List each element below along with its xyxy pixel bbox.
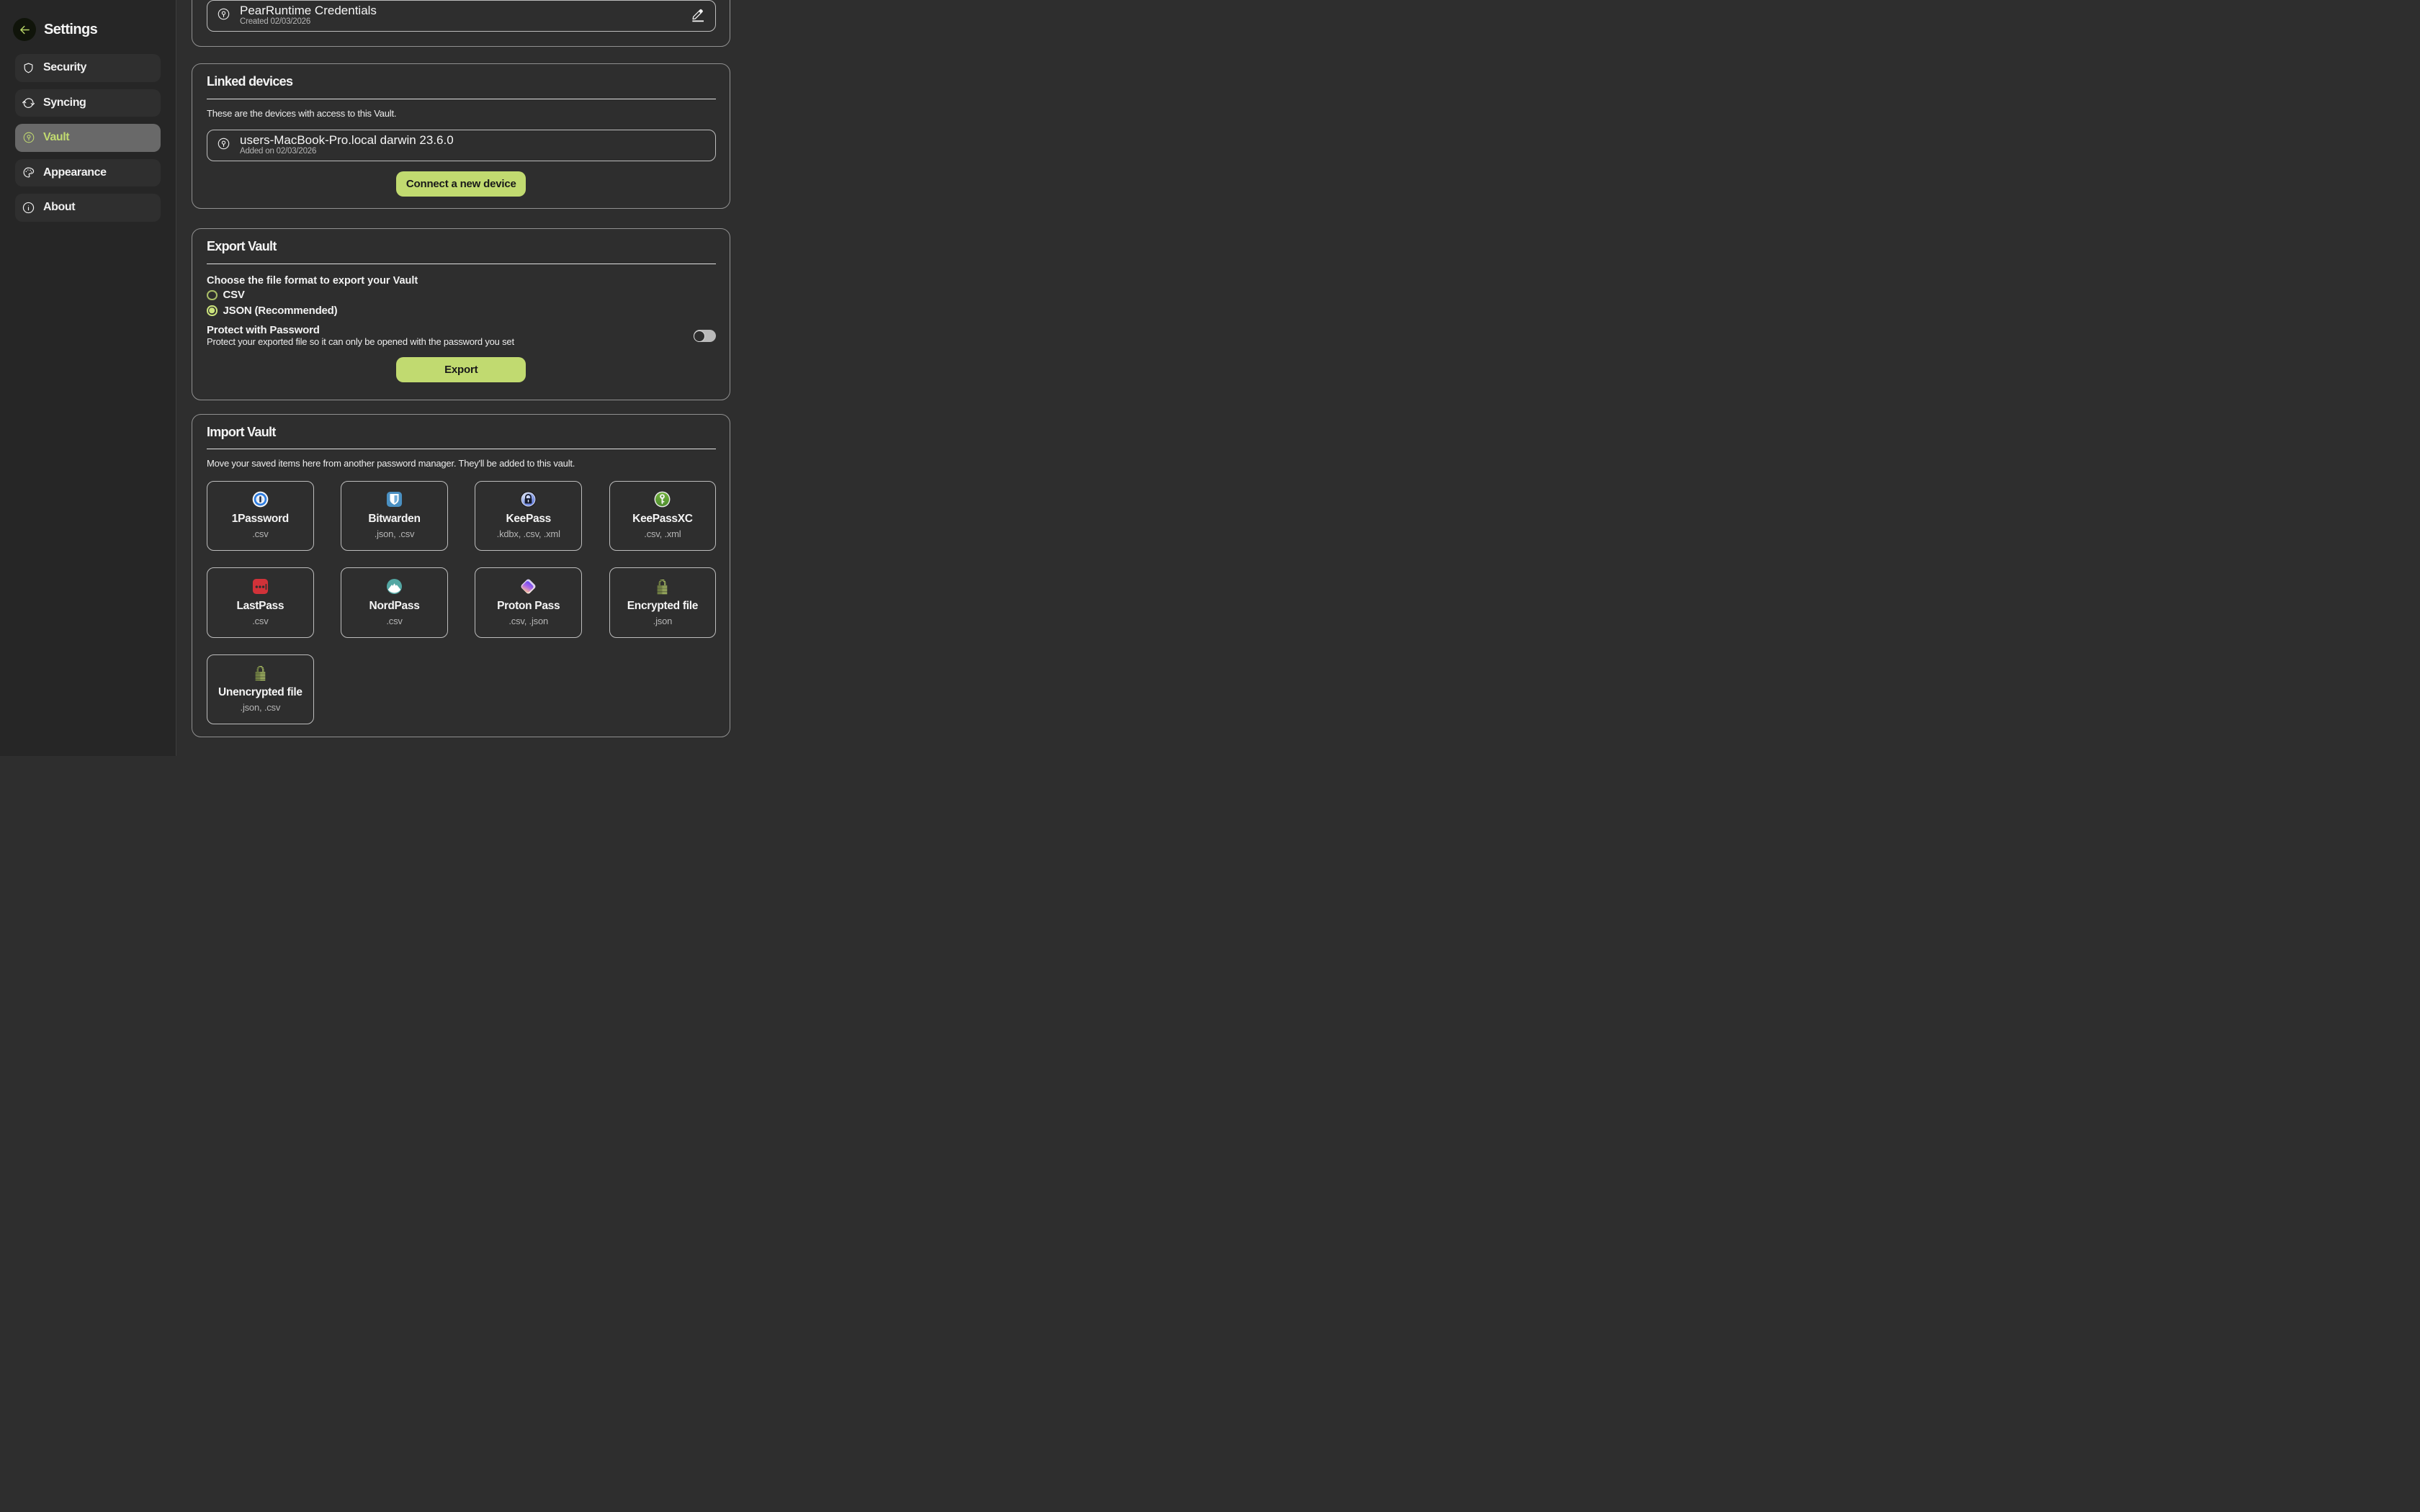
radio-circle [207, 305, 218, 316]
import-providers-grid: 1Password .csv Bitwarden .json, .csv KeePass… [207, 481, 716, 725]
provider-name: Proton Pass [497, 600, 560, 613]
import-card-lastpass[interactable]: LastPass .csv [207, 567, 314, 638]
page-title: Settings [44, 22, 97, 38]
provider-name: NordPass [369, 600, 420, 613]
sidebar-item-label: Syncing [43, 96, 86, 109]
nordpass-icon [386, 578, 403, 595]
arrow-left-icon [19, 24, 31, 36]
provider-name: KeePassXC [632, 513, 692, 526]
linked-devices-description: These are the devices with access to thi… [207, 108, 716, 119]
import-card-proton-pass[interactable]: Proton Pass .csv, .json [475, 567, 582, 638]
connect-new-device-button[interactable]: Connect a new device [396, 171, 526, 197]
sidebar-item-label: Appearance [43, 166, 107, 179]
credentials-section: PearRuntime Credentials Created 02/03/20… [192, 0, 731, 47]
radio-option-csv[interactable]: CSV [207, 287, 716, 303]
provider-name: LastPass [237, 600, 284, 613]
format-label: Choose the file format to export your Va… [207, 275, 716, 287]
sidebar-item-security[interactable]: Security [15, 54, 161, 82]
protect-password-toggle[interactable] [694, 330, 716, 342]
main-content: PearRuntime Credentials Created 02/03/20… [177, 0, 1210, 756]
settings-sidebar: Settings Security Syncing Vault Appearance A… [0, 0, 176, 756]
device-added: Added on 02/03/2026 [240, 146, 454, 156]
linked-devices-heading: Linked devices [207, 73, 716, 89]
sidebar-item-syncing[interactable]: Syncing [15, 89, 161, 117]
bitwarden-icon [386, 491, 403, 508]
lastpass-icon [252, 578, 269, 595]
provider-formats: .json, .csv [375, 528, 415, 539]
provider-formats: .json, .csv [241, 702, 281, 713]
import-card-nordpass[interactable]: NordPass .csv [341, 567, 448, 638]
import-vault-section: Import Vault Move your saved items here … [192, 414, 731, 738]
linked-devices-section: Linked devices These are the devices wit… [192, 63, 731, 209]
import-vault-heading: Import Vault [207, 424, 716, 440]
device-card[interactable]: users-MacBook-Pro.local darwin 23.6.0 Ad… [207, 130, 716, 161]
palette-icon [22, 166, 35, 180]
sidebar-item-label: Vault [43, 131, 69, 144]
onepassword-icon [252, 491, 269, 508]
import-card-unencrypted-file[interactable]: Unencrypted file .json, .csv [207, 654, 314, 725]
sidebar-item-vault[interactable]: Vault [15, 124, 161, 152]
sidebar-item-appearance[interactable]: Appearance [15, 159, 161, 187]
provider-formats: .csv, .json [508, 616, 548, 626]
toggle-knob [694, 330, 705, 342]
back-button[interactable] [13, 18, 36, 41]
shield-icon [22, 60, 35, 75]
protect-with-password-label: Protect with Password [207, 325, 514, 336]
import-card-keepass[interactable]: KeePass .kdbx, .csv, .xml [475, 481, 582, 552]
key-circle-icon [22, 130, 35, 145]
import-card-encrypted-file[interactable]: Encrypted file .json [609, 567, 717, 638]
radio-option-json[interactable]: JSON (Recommended) [207, 303, 716, 319]
import-card-bitwarden[interactable]: Bitwarden .json, .csv [341, 481, 448, 552]
protonpass-icon [520, 578, 537, 595]
sidebar-item-about[interactable]: About [15, 194, 161, 222]
edit-credentials-button[interactable] [691, 8, 705, 24]
export-vault-section: Export Vault Choose the file format to e… [192, 228, 731, 400]
unencrypted-file-icon [252, 665, 269, 681]
credentials-card[interactable]: PearRuntime Credentials Created 02/03/20… [207, 0, 716, 32]
key-circle-icon [218, 138, 230, 153]
export-button[interactable]: Export [396, 357, 526, 382]
sidebar-header: Settings [0, 0, 176, 41]
sidebar-item-label: Security [43, 61, 86, 74]
provider-name: Unencrypted file [218, 686, 302, 699]
key-circle-icon [218, 8, 230, 24]
info-icon [22, 200, 35, 215]
provider-formats: .json [653, 616, 672, 626]
export-vault-heading: Export Vault [207, 238, 716, 254]
provider-name: KeePass [506, 513, 551, 526]
provider-formats: .csv [386, 616, 402, 626]
import-card-keepassxc[interactable]: KeePassXC .csv, .xml [609, 481, 717, 552]
provider-formats: .csv [252, 616, 268, 626]
provider-name: Bitwarden [368, 513, 420, 526]
provider-formats: .csv, .xml [644, 528, 681, 539]
import-vault-description: Move your saved items here from another … [207, 458, 716, 469]
device-name: users-MacBook-Pro.local darwin 23.6.0 [240, 135, 454, 146]
keepassxc-icon [654, 491, 671, 508]
pencil-icon [691, 14, 705, 24]
radio-label: JSON (Recommended) [223, 305, 338, 317]
sidebar-item-label: About [43, 201, 75, 214]
provider-name: 1Password [232, 513, 289, 526]
import-card-1password[interactable]: 1Password .csv [207, 481, 314, 552]
credentials-created: Created 02/03/2026 [240, 17, 377, 27]
radio-circle [207, 290, 218, 301]
provider-formats: .csv [252, 528, 268, 539]
protect-description: Protect your exported file so it can onl… [207, 337, 514, 347]
keepass-icon [520, 491, 537, 508]
credentials-title: PearRuntime Credentials [240, 5, 377, 17]
encrypted-file-icon [654, 578, 671, 595]
radio-label: CSV [223, 289, 245, 301]
provider-formats: .kdbx, .csv, .xml [497, 528, 560, 539]
settings-menu: Security Syncing Vault Appearance About [0, 54, 176, 222]
sync-icon [22, 96, 35, 110]
provider-name: Encrypted file [627, 600, 698, 613]
